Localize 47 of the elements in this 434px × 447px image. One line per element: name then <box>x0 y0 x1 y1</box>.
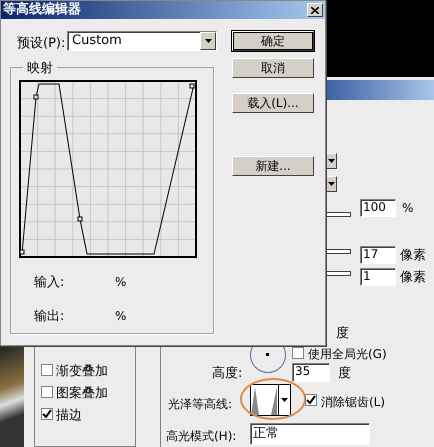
style-label[interactable]: 图案叠加 <box>56 384 108 404</box>
contour-dropdown-button[interactable] <box>278 385 290 415</box>
output-unit: % <box>115 308 126 325</box>
dialog-button[interactable]: 确定 <box>232 31 314 51</box>
contour-picker[interactable] <box>250 384 291 416</box>
input-label: 输入: <box>34 274 64 292</box>
unit-label: 度 <box>336 325 349 343</box>
close-button[interactable] <box>307 3 323 17</box>
preset-label: 预设(P): <box>17 35 66 53</box>
highlight-mode-label: 高光模式(H): <box>166 428 236 445</box>
checkbox[interactable] <box>41 408 53 420</box>
unit-label: 度 <box>338 365 351 383</box>
unit-label: % <box>402 200 414 217</box>
input-unit: % <box>115 274 126 291</box>
anti-alias-label[interactable]: 消除锯齿(L) <box>321 393 386 411</box>
size-field[interactable]: 17 <box>360 246 396 264</box>
slider-track[interactable] <box>325 249 351 254</box>
dropdown-arrow-icon <box>281 398 288 402</box>
dialog-button[interactable]: 取消 <box>232 58 314 78</box>
slider-track[interactable] <box>325 271 351 276</box>
dialog-title: 等高线编辑器 <box>1 1 325 19</box>
size-field[interactable]: 1 <box>360 268 396 286</box>
checkbox[interactable] <box>305 394 317 406</box>
gloss-contour-label: 光泽等高线: <box>168 396 232 413</box>
preset-select[interactable]: Custom <box>67 31 217 51</box>
style-label[interactable]: 渐变叠加 <box>56 362 108 382</box>
slider-track[interactable] <box>325 212 351 217</box>
opacity-field[interactable]: 100 <box>360 199 396 217</box>
highlight-mode-select[interactable]: 正常 <box>250 423 370 445</box>
checkbox[interactable] <box>292 347 304 359</box>
contour-curve-graph[interactable] <box>19 80 197 258</box>
checkbox[interactable] <box>41 386 53 398</box>
dropdown-arrow-icon <box>204 39 212 43</box>
dropdown-arrow-icon <box>328 159 334 163</box>
unit-label: 像素 <box>400 247 426 265</box>
dialog-button[interactable]: 新建... <box>232 156 314 176</box>
altitude-field[interactable]: 35 <box>292 363 330 382</box>
checkbox[interactable] <box>41 364 53 376</box>
unit-label: 像素 <box>400 269 426 287</box>
contour-thumbnail-icon <box>251 385 278 415</box>
dropdown-arrow-icon <box>328 182 334 186</box>
altitude-label: 高度: <box>212 365 242 383</box>
dialog-button[interactable]: 载入(L)... <box>232 93 314 113</box>
style-label[interactable]: 描边 <box>56 406 82 426</box>
output-label: 输出: <box>34 308 64 326</box>
close-icon <box>311 6 319 14</box>
global-light-label[interactable]: 使用全局光(G) <box>308 345 387 363</box>
